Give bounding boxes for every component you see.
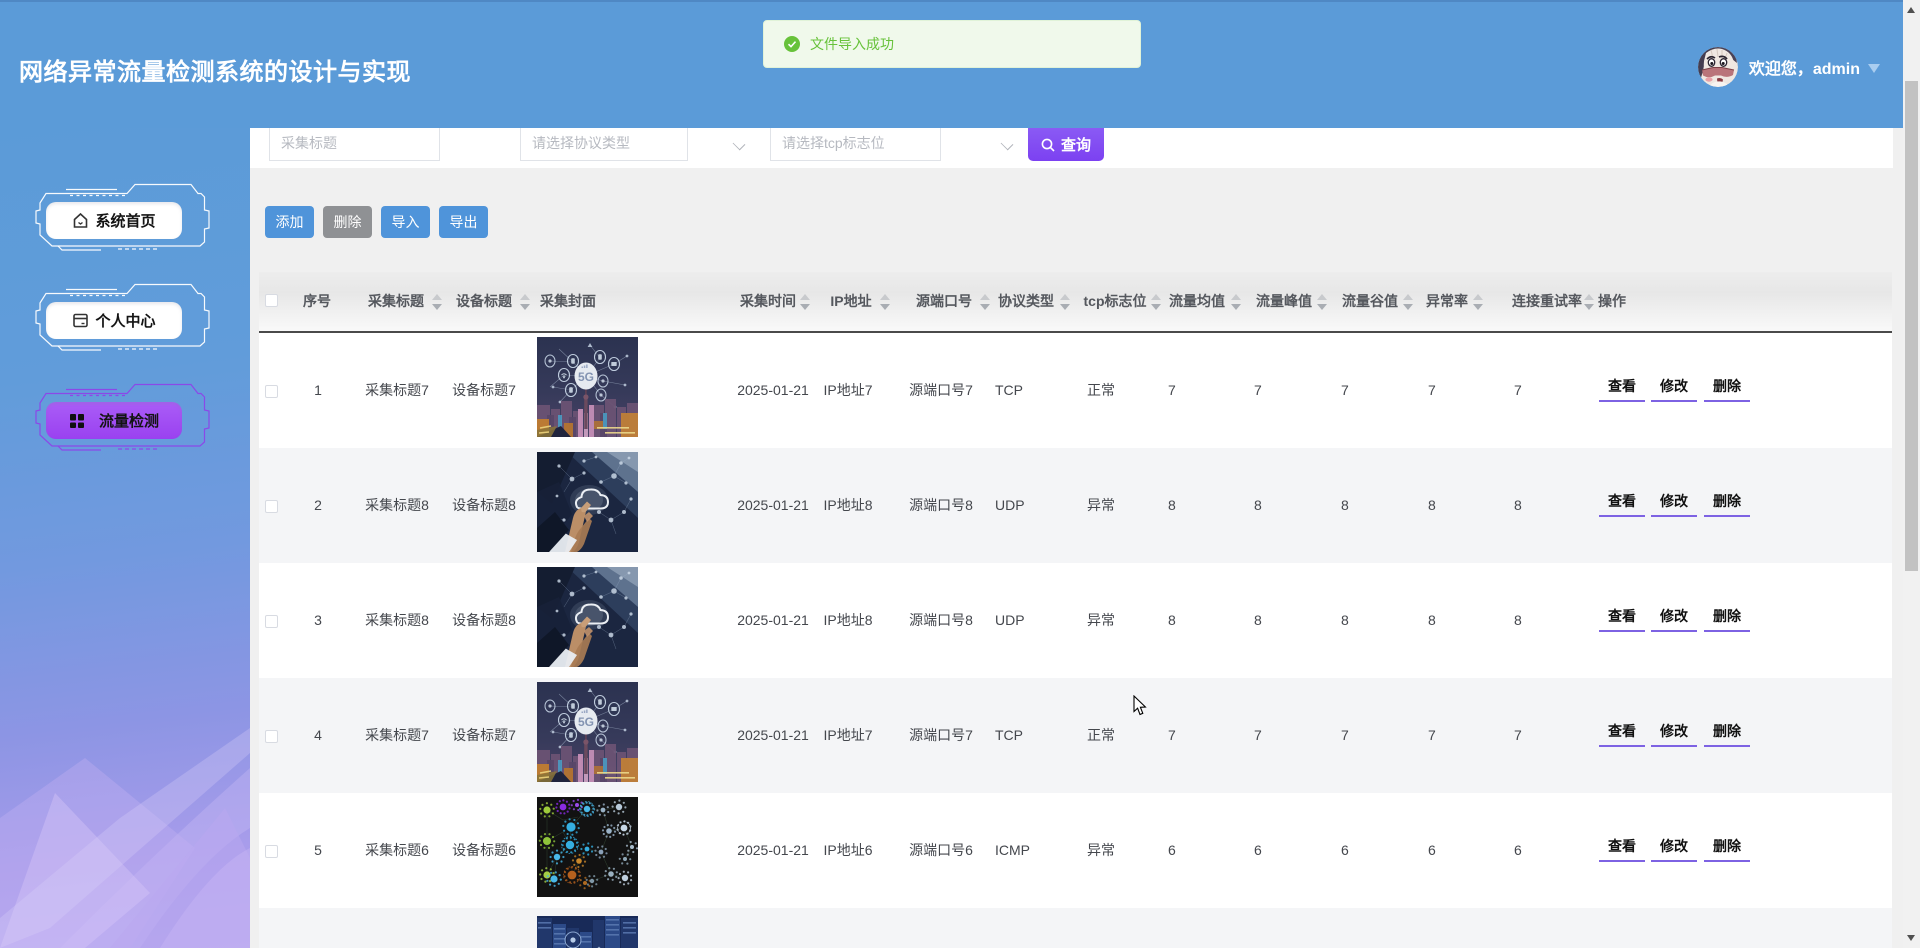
- svg-text:5G: 5G: [578, 370, 594, 384]
- svg-text:5G: 5G: [578, 715, 594, 729]
